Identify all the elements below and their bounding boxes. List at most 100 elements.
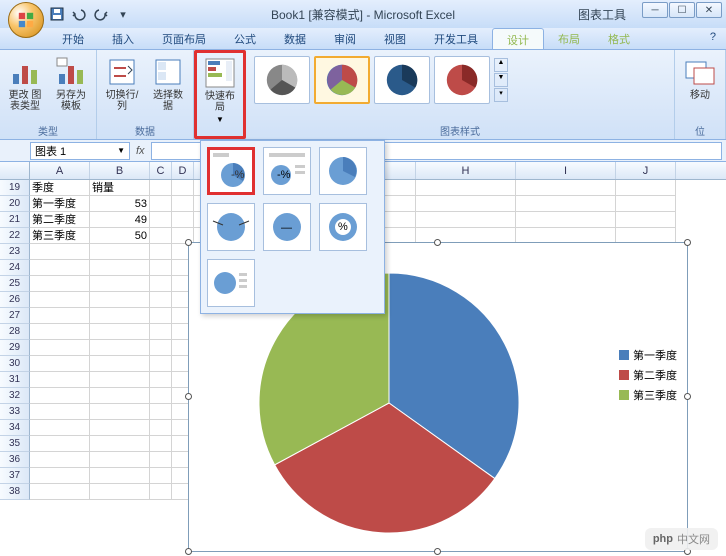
name-box[interactable]: 图表 1 ▼: [30, 142, 130, 160]
cell[interactable]: [90, 484, 150, 500]
layout-option-3[interactable]: [319, 147, 367, 195]
row-header[interactable]: 30: [0, 356, 30, 372]
tab-format[interactable]: 格式: [594, 28, 644, 49]
cell[interactable]: [150, 420, 172, 436]
cell[interactable]: [90, 260, 150, 276]
cell[interactable]: [30, 324, 90, 340]
cell[interactable]: [30, 244, 90, 260]
cell[interactable]: [172, 196, 194, 212]
close-button[interactable]: ✕: [696, 2, 722, 18]
row-header[interactable]: 19: [0, 180, 30, 196]
row-header[interactable]: 21: [0, 212, 30, 228]
cell[interactable]: [30, 436, 90, 452]
cell[interactable]: [30, 484, 90, 500]
tab-design[interactable]: 设计: [492, 28, 544, 49]
chart-style-4[interactable]: [434, 56, 490, 104]
cell[interactable]: [516, 196, 616, 212]
layout-option-7[interactable]: [207, 259, 255, 307]
cell[interactable]: [150, 372, 172, 388]
cell[interactable]: [150, 468, 172, 484]
cell[interactable]: [150, 388, 172, 404]
cell[interactable]: [90, 452, 150, 468]
row-header[interactable]: 20: [0, 196, 30, 212]
cell[interactable]: [90, 420, 150, 436]
cell[interactable]: 第二季度: [30, 212, 90, 228]
tab-insert[interactable]: 插入: [98, 28, 148, 49]
tab-formulas[interactable]: 公式: [220, 28, 270, 49]
gallery-up-icon[interactable]: ▲: [494, 58, 508, 72]
col-header-C[interactable]: C: [150, 162, 172, 179]
layout-option-2[interactable]: -%: [263, 147, 311, 195]
cell[interactable]: [616, 196, 676, 212]
cell[interactable]: [516, 212, 616, 228]
cell[interactable]: [90, 468, 150, 484]
row-header[interactable]: 35: [0, 436, 30, 452]
layout-option-6[interactable]: %: [319, 203, 367, 251]
row-header[interactable]: 26: [0, 292, 30, 308]
col-header-D[interactable]: D: [172, 162, 194, 179]
select-all-corner[interactable]: [0, 162, 30, 179]
cell[interactable]: [30, 356, 90, 372]
cell[interactable]: [90, 388, 150, 404]
help-icon[interactable]: ?: [700, 28, 726, 49]
row-header[interactable]: 23: [0, 244, 30, 260]
tab-data[interactable]: 数据: [270, 28, 320, 49]
layout-option-1[interactable]: -%: [207, 147, 255, 195]
cell[interactable]: [90, 244, 150, 260]
redo-icon[interactable]: [92, 5, 110, 23]
cell[interactable]: [30, 292, 90, 308]
cell[interactable]: [90, 372, 150, 388]
cell[interactable]: [90, 324, 150, 340]
maximize-button[interactable]: ☐: [669, 2, 695, 18]
cell[interactable]: [616, 212, 676, 228]
minimize-button[interactable]: ─: [642, 2, 668, 18]
row-header[interactable]: 37: [0, 468, 30, 484]
col-header-I[interactable]: I: [516, 162, 616, 179]
undo-icon[interactable]: [70, 5, 88, 23]
cell[interactable]: [150, 436, 172, 452]
chart-style-3[interactable]: [374, 56, 430, 104]
quick-layout-button[interactable]: 快速布局 ▼: [199, 55, 241, 126]
row-header[interactable]: 27: [0, 308, 30, 324]
cell[interactable]: [30, 340, 90, 356]
office-button[interactable]: [8, 2, 44, 38]
cell[interactable]: [150, 356, 172, 372]
row-header[interactable]: 29: [0, 340, 30, 356]
cell[interactable]: [90, 308, 150, 324]
tab-layout[interactable]: 布局: [544, 28, 594, 49]
col-header-J[interactable]: J: [616, 162, 676, 179]
select-data-button[interactable]: 选择数据: [147, 54, 189, 114]
cell[interactable]: [150, 180, 172, 196]
cell[interactable]: [172, 180, 194, 196]
row-header[interactable]: 25: [0, 276, 30, 292]
cell[interactable]: [150, 196, 172, 212]
cell[interactable]: [30, 388, 90, 404]
row-header[interactable]: 24: [0, 260, 30, 276]
tab-pagelayout[interactable]: 页面布局: [148, 28, 220, 49]
cell[interactable]: [30, 452, 90, 468]
cell[interactable]: [616, 180, 676, 196]
fx-icon[interactable]: fx: [136, 145, 145, 157]
row-header[interactable]: 28: [0, 324, 30, 340]
chart-style-1[interactable]: [254, 56, 310, 104]
cell[interactable]: 季度: [30, 180, 90, 196]
col-header-B[interactable]: B: [90, 162, 150, 179]
chart-style-2[interactable]: [314, 56, 370, 104]
row-header[interactable]: 33: [0, 404, 30, 420]
save-icon[interactable]: [48, 5, 66, 23]
cell[interactable]: [516, 180, 616, 196]
cell[interactable]: [150, 260, 172, 276]
cell[interactable]: [150, 228, 172, 244]
row-header[interactable]: 31: [0, 372, 30, 388]
cell[interactable]: [150, 404, 172, 420]
cell[interactable]: 第三季度: [30, 228, 90, 244]
cell[interactable]: [150, 324, 172, 340]
cell[interactable]: [150, 292, 172, 308]
cell[interactable]: 第一季度: [30, 196, 90, 212]
tab-view[interactable]: 视图: [370, 28, 420, 49]
cell[interactable]: [30, 468, 90, 484]
cell[interactable]: [30, 308, 90, 324]
cell[interactable]: 53: [90, 196, 150, 212]
cell[interactable]: [30, 420, 90, 436]
row-header[interactable]: 34: [0, 420, 30, 436]
